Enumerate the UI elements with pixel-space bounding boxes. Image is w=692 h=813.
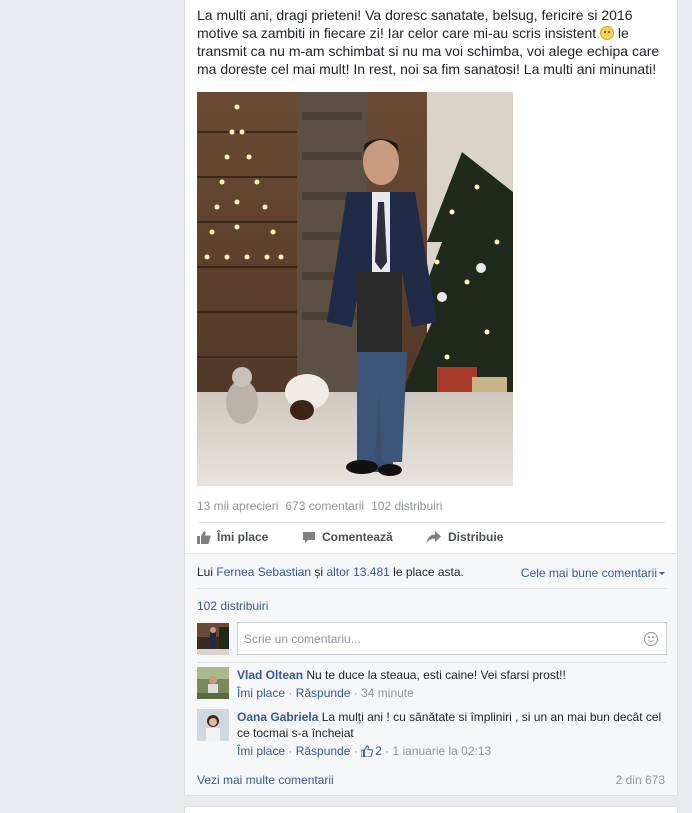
comment-label: Comentează — [322, 530, 393, 544]
comment-text: Nu te duce la steaua, esti caine! Vei sf… — [306, 668, 566, 682]
share-button[interactable]: Distribuie — [426, 530, 503, 544]
liker-name-link[interactable]: Fernea Sebastian — [216, 565, 311, 579]
comment-input[interactable] — [244, 630, 634, 648]
comment-meta: Îmi place · Răspunde · 34 minute — [237, 686, 414, 700]
comment-like-link[interactable]: Îmi place — [237, 686, 285, 700]
comment-reactions[interactable]: 2 — [361, 744, 382, 758]
shares-count[interactable]: 102 distribuiri — [371, 499, 442, 513]
post-photo[interactable] — [197, 92, 513, 486]
comment-author[interactable]: Oana Gabriela — [237, 710, 318, 724]
comment-input-box[interactable] — [237, 622, 667, 655]
comment-meta: Îmi place · Răspunde · 2 · 1 ianuarie la… — [237, 744, 492, 758]
divider — [197, 588, 667, 589]
comments-count[interactable]: 673 comentarii — [285, 499, 364, 513]
comment-bubble-icon — [303, 531, 315, 543]
comment-reply-link[interactable]: Răspunde — [296, 686, 351, 700]
comments-section: Lui Fernea Sebastian și altor 13.481 le … — [185, 553, 677, 795]
current-user-avatar[interactable] — [197, 623, 229, 655]
emoji-picker-icon[interactable] — [644, 632, 658, 646]
thumbs-up-icon — [197, 531, 211, 544]
share-arrow-icon — [426, 530, 441, 543]
caret-down-icon — [659, 572, 665, 575]
divider — [197, 522, 667, 523]
shares-link[interactable]: 102 distribuiri — [197, 599, 268, 613]
more-comments-link[interactable]: Vezi mai multe comentarii — [197, 773, 334, 787]
post-text: La multi ani, dragi prieteni! Va doresc … — [197, 7, 660, 77]
divider — [197, 662, 667, 663]
comment-reply-link[interactable]: Răspunde — [296, 744, 351, 758]
comment-item: Vlad Oltean Nu te duce la steaua, esti c… — [237, 667, 667, 701]
comment-like-link[interactable]: Îmi place — [237, 744, 285, 758]
comment-time[interactable]: 1 ianuarie la 02:13 — [392, 744, 491, 758]
action-bar: Îmi place Comentează Distribuie — [197, 527, 667, 549]
comment-author[interactable]: Vlad Oltean — [237, 668, 303, 682]
smiley-emoji-icon — [600, 26, 615, 40]
next-post-card — [184, 806, 678, 813]
thumbs-up-icon — [361, 745, 374, 757]
comment-item: Oana Gabriela La mulți ani ! cu sănătate… — [237, 709, 667, 759]
likes-summary: Lui Fernea Sebastian și altor 13.481 le … — [197, 565, 464, 579]
comments-pagination-count: 2 din 673 — [615, 773, 665, 787]
comment-button[interactable]: Comentează — [302, 530, 393, 544]
likes-count[interactable]: 13 mii aprecieri — [197, 499, 278, 513]
post-card: La multi ani, dragi prieteni! Va doresc … — [184, 0, 678, 796]
like-button[interactable]: Îmi place — [197, 530, 268, 544]
comment-sort-dropdown[interactable]: Cele mai bune comentarii — [521, 566, 665, 580]
share-label: Distribuie — [448, 530, 504, 544]
post-stats: 13 mii aprecieri 673 comentarii 102 distri… — [197, 499, 449, 513]
avatar[interactable] — [197, 709, 229, 741]
like-label: Îmi place — [217, 530, 269, 544]
other-likers-link[interactable]: altor 13.481 — [326, 565, 389, 579]
comment-time[interactable]: 34 minute — [361, 686, 414, 700]
avatar[interactable] — [197, 667, 229, 699]
